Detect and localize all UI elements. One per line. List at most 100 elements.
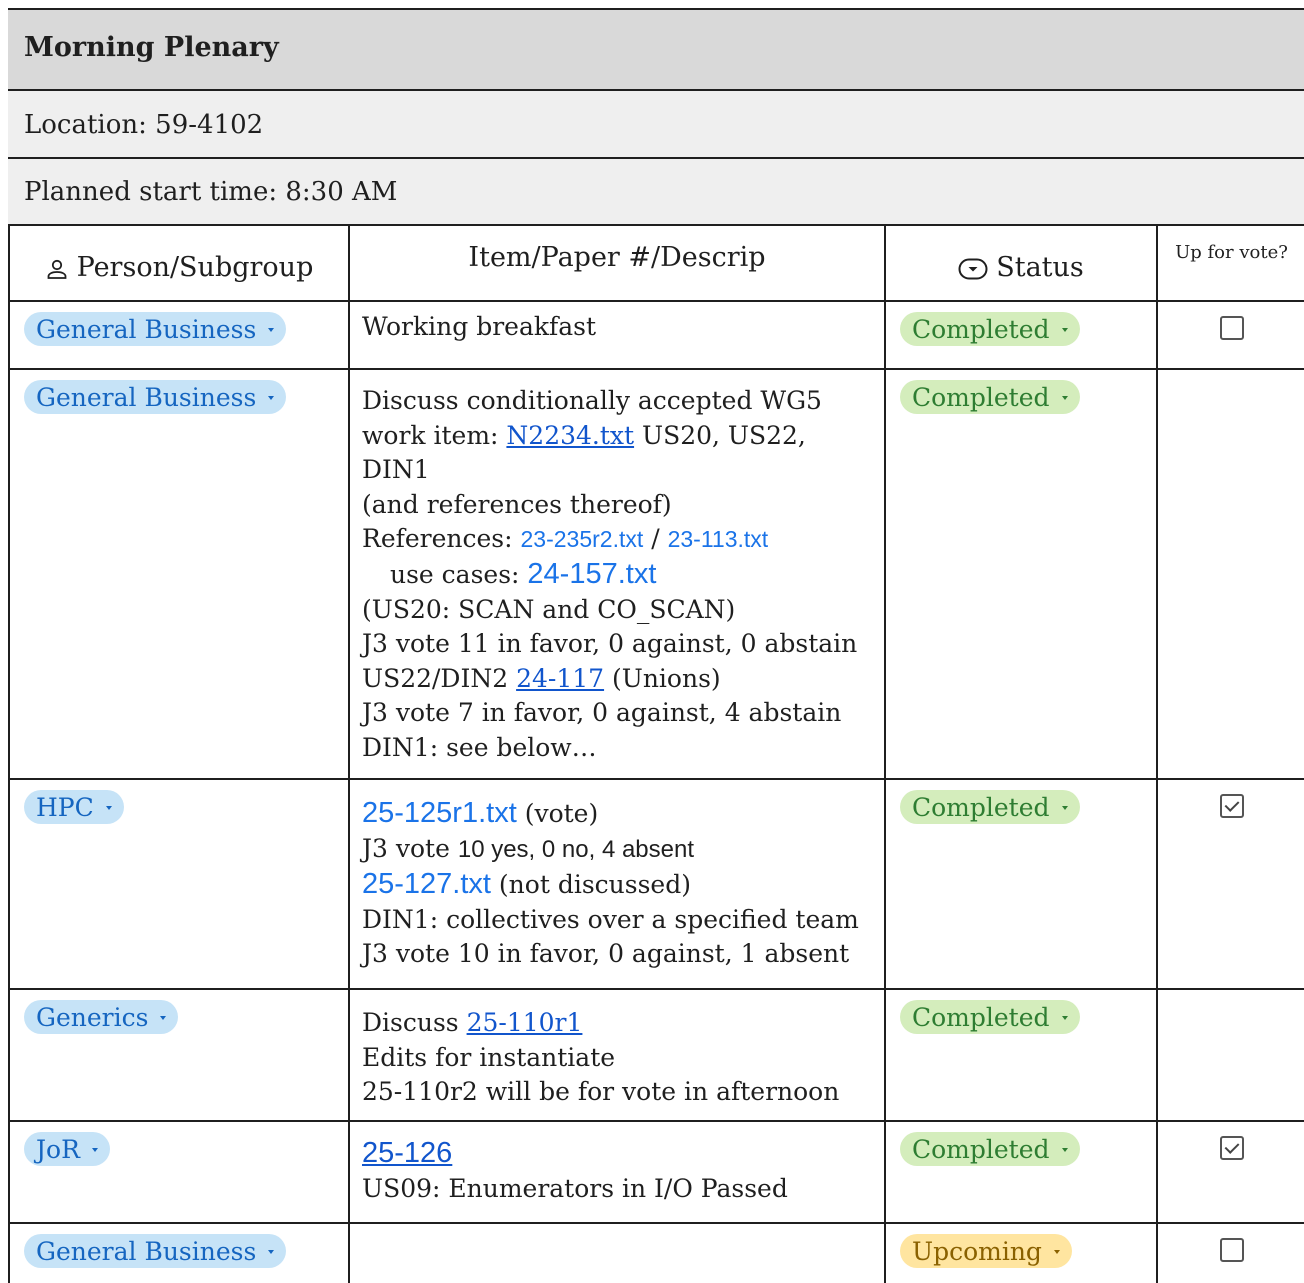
vote-cell [1156, 368, 1304, 780]
column-header-person-label: Person/Subgroup [76, 252, 314, 283]
item-text: (US20: SCAN and CO_SCAN) [362, 594, 736, 624]
table-row: HPC 25-125r1.txt (vote) J3 vote 10 yes, … [8, 778, 1304, 990]
item-cell[interactable] [348, 1222, 886, 1283]
status-chip[interactable]: Upcoming [900, 1234, 1072, 1268]
person-cell: HPC [8, 778, 350, 990]
column-header-person[interactable]: Person/Subgroup [8, 224, 350, 302]
paper-link[interactable]: 24-117 [516, 664, 604, 693]
item-text: DIN1: see below… [362, 732, 597, 762]
paper-link[interactable]: 25-110r1 [467, 1008, 583, 1037]
item-text: Discuss 25-110r1 [362, 1008, 583, 1037]
section-title: Morning Plenary [24, 32, 279, 63]
column-header-item[interactable]: Item/Paper #/Descrip [348, 224, 886, 302]
item-text: 25-110r2 will be for vote in afternoon [362, 1077, 840, 1107]
item-cell: Discuss conditionally accepted WG5 work … [348, 368, 886, 780]
item-text: Discuss conditionally accepted WG5 [362, 386, 822, 415]
section-title-bar: Morning Plenary [8, 8, 1304, 89]
item-text: work item: N2234.txt US20, US22, DIN1 [362, 420, 806, 485]
table-row: JoR 25-126 US09: Enumerators in I/O Pass… [8, 1120, 1304, 1224]
paper-link[interactable]: 25-127.txt [362, 868, 491, 900]
item-text: Working breakfast [362, 312, 597, 341]
table-row: General Business Working breakfast Compl… [8, 300, 1304, 370]
person-chip[interactable]: HPC [24, 790, 124, 824]
vote-cell [1156, 300, 1304, 370]
person-chip[interactable]: Generics [24, 1000, 179, 1034]
table-row: General Business Discuss conditionally a… [8, 368, 1304, 780]
item-text: DIN1: collectives over a specified team [362, 904, 859, 934]
status-chip[interactable]: Completed [900, 1132, 1080, 1166]
paper-link[interactable]: N2234.txt [506, 421, 634, 450]
item-text: J3 vote 10 yes, 0 no, 4 absent [362, 833, 695, 863]
caret-down-icon [105, 806, 112, 810]
person-cell: Generics [8, 988, 350, 1122]
column-header-status[interactable]: Status [884, 224, 1158, 302]
vote-checkbox[interactable] [1219, 316, 1244, 340]
status-cell: Upcoming [884, 1222, 1158, 1283]
item-text: use cases: 24-157.txt [390, 557, 657, 590]
vote-cell [1156, 1120, 1304, 1224]
paper-link[interactable]: 24-157.txt [527, 558, 656, 590]
caret-down-icon [160, 1016, 167, 1020]
person-cell: General Business [8, 1222, 350, 1283]
vote-cell [1156, 778, 1304, 990]
item-text: 25-126 [362, 1136, 870, 1172]
vote-cell [1156, 988, 1304, 1122]
person-chip[interactable]: General Business [24, 312, 287, 346]
item-cell: Working breakfast [348, 300, 886, 370]
item-text: US09: Enumerators in I/O Passed [362, 1173, 788, 1203]
table-header-row: Person/Subgroup Item/Paper #/Descrip Sta… [8, 224, 1304, 302]
caret-down-icon [1061, 396, 1068, 400]
column-header-item-label: Item/Paper #/Descrip [468, 242, 766, 273]
item-text: J3 vote 10 in favor, 0 against, 1 absent [362, 939, 850, 969]
paper-link[interactable]: 23-113.txt [668, 526, 769, 552]
item-cell: 25-126 US09: Enumerators in I/O Passed [348, 1120, 886, 1224]
location-bar: Location: 59-4102 [8, 89, 1304, 157]
person-chip[interactable]: General Business [24, 1234, 287, 1268]
start-time-text: Planned start time: 8:30 AM [24, 177, 398, 207]
status-chip[interactable]: Completed [900, 1000, 1080, 1034]
caret-down-icon [1061, 328, 1068, 332]
status-chip[interactable]: Completed [900, 790, 1080, 824]
vote-cell [1156, 1222, 1304, 1283]
vote-checkbox[interactable] [1219, 1136, 1244, 1160]
vote-checkbox[interactable] [1219, 794, 1244, 818]
item-text: J3 vote 11 in favor, 0 against, 0 abstai… [362, 629, 858, 659]
person-chip[interactable]: JoR [24, 1132, 110, 1166]
item-text: J3 vote 7 in favor, 0 against, 4 abstain [362, 698, 842, 728]
paper-link[interactable]: 25-126 [362, 1137, 452, 1169]
item-cell: Discuss 25-110r1 Edits for instantiate 2… [348, 988, 886, 1122]
item-text: References: 23-235r2.txt / 23-113.txt [362, 524, 769, 554]
item-text: Edits for instantiate [362, 1042, 616, 1072]
column-header-vote[interactable]: Up for vote? [1156, 224, 1304, 302]
item-text: (and references thereof) [362, 489, 672, 519]
dropdown-chip-icon [958, 258, 988, 279]
table-row: Generics Discuss 25-110r1 Edits for inst… [8, 988, 1304, 1122]
status-chip[interactable]: Completed [900, 380, 1080, 414]
vote-checkbox[interactable] [1219, 1238, 1244, 1262]
status-cell: Completed [884, 368, 1158, 780]
status-cell: Completed [884, 300, 1158, 370]
person-chip[interactable]: General Business [24, 380, 287, 414]
status-cell: Completed [884, 1120, 1158, 1224]
person-cell: JoR [8, 1120, 350, 1224]
table-row: General Business Upcoming [8, 1222, 1304, 1283]
status-cell: Completed [884, 988, 1158, 1122]
caret-down-icon [268, 1250, 275, 1254]
item-text: 25-127.txt (not discussed) [362, 868, 691, 901]
caret-down-icon [1053, 1250, 1060, 1254]
status-cell: Completed [884, 778, 1158, 990]
caret-down-icon [91, 1148, 98, 1152]
caret-down-icon [268, 328, 275, 332]
person-cell: General Business [8, 368, 350, 780]
status-chip[interactable]: Completed [900, 312, 1080, 346]
caret-down-icon [1061, 1148, 1068, 1152]
paper-link[interactable]: 25-125r1.txt [362, 797, 517, 829]
column-header-status-label: Status [996, 252, 1084, 283]
agenda-table: Person/Subgroup Item/Paper #/Descrip Sta… [8, 224, 1304, 1283]
start-time-bar: Planned start time: 8:30 AM [8, 157, 1304, 224]
location-text: Location: 59-4102 [24, 110, 264, 140]
item-text: US22/DIN2 24-117 (Unions) [362, 663, 721, 693]
paper-link[interactable]: 23-235r2.txt [521, 526, 644, 552]
item-text: 25-125r1.txt (vote) [362, 797, 599, 829]
caret-down-icon [1061, 1016, 1068, 1020]
